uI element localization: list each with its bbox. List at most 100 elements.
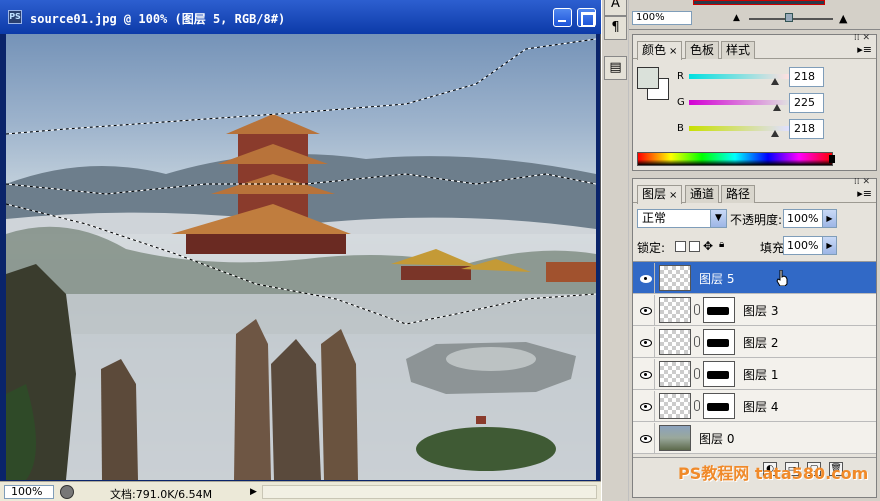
- chain-link-icon[interactable]: [694, 400, 700, 411]
- panel-menu-icon[interactable]: ▸≡: [857, 187, 872, 200]
- document-window: PS source01.jpg @ 100% (图层 5, RGB/8#) 10…: [0, 0, 601, 501]
- layer-name[interactable]: 图层 3: [743, 302, 778, 319]
- opacity-label: 不透明度:: [730, 213, 783, 227]
- channel-g-row: G 225: [673, 93, 873, 115]
- panels-column: 100% ▲ ▲ ⁞⁞ ✕ 颜色 × 色板 样式 ▸≡ R 218 G 225 B: [629, 0, 880, 501]
- document-info: 文档:791.0K/6.54M: [110, 488, 213, 501]
- chain-link-icon[interactable]: [694, 336, 700, 347]
- layer-row[interactable]: 图层 3: [633, 294, 876, 326]
- zoom-in-icon[interactable]: ▲: [839, 12, 847, 25]
- status-bar: 100% 文档:791.0K/6.54M ▶: [0, 481, 601, 501]
- globe-icon[interactable]: [60, 485, 74, 499]
- navigator-zoom-knob[interactable]: [785, 13, 793, 22]
- chevron-right-icon[interactable]: ▶: [822, 237, 836, 254]
- panel-dock-strip: A ¶ ▤: [601, 0, 628, 501]
- channel-r-label: R: [677, 71, 684, 82]
- brush-tool-icon[interactable]: A: [604, 0, 627, 16]
- eye-icon[interactable]: [635, 327, 655, 357]
- lock-transparency-icon[interactable]: [675, 241, 686, 252]
- blend-mode-select[interactable]: 正常 ▼: [637, 209, 727, 228]
- status-zoom-field[interactable]: 100%: [4, 485, 54, 499]
- layer-thumbnail[interactable]: [659, 265, 691, 291]
- layer-thumbnail[interactable]: [659, 329, 691, 355]
- tab-styles[interactable]: 样式: [721, 41, 756, 59]
- channel-g-pointer[interactable]: [773, 104, 782, 111]
- tab-color[interactable]: 颜色 ×: [637, 41, 683, 60]
- eye-icon[interactable]: [635, 391, 655, 421]
- lock-icon[interactable]: 🔒︎: [719, 239, 724, 250]
- layer-thumbnail[interactable]: [659, 425, 691, 451]
- bagua-platform: [406, 342, 576, 394]
- minimize-button[interactable]: [553, 8, 572, 27]
- color-spectrum[interactable]: [637, 152, 833, 166]
- layer-mask-thumbnail[interactable]: [703, 297, 735, 323]
- panel-menu-icon[interactable]: ▸≡: [857, 43, 872, 56]
- horizontal-scrollbar[interactable]: [262, 485, 597, 499]
- layers-panel-tabs: 图层 × 通道 路径: [633, 185, 876, 204]
- move-icon[interactable]: ✥: [703, 239, 713, 253]
- layer-thumbnail[interactable]: [659, 297, 691, 323]
- tab-swatches[interactable]: 色板: [685, 41, 720, 59]
- chevron-right-icon[interactable]: ▶: [822, 210, 836, 227]
- navigator-panel: 100% ▲ ▲: [629, 0, 880, 30]
- navigator-zoom-field[interactable]: 100%: [632, 11, 692, 25]
- channel-b-value[interactable]: 218: [789, 119, 824, 139]
- channel-b-pointer[interactable]: [770, 130, 779, 137]
- lock-row: 锁定: ✥ 🔒︎ 填充:: [637, 239, 877, 257]
- chevron-down-icon[interactable]: ▼: [710, 210, 726, 227]
- color-panel: ⁞⁞ ✕ 颜色 × 色板 样式 ▸≡ R 218 G 225 B 218: [632, 34, 877, 171]
- layer-mask-thumbnail[interactable]: [703, 361, 735, 387]
- tab-channels[interactable]: 通道: [685, 185, 720, 203]
- notes-icon[interactable]: ▤: [604, 56, 627, 80]
- layer-name[interactable]: 图层 4: [743, 398, 778, 415]
- hand-cursor-icon: [776, 270, 788, 286]
- channel-r-pointer[interactable]: [770, 78, 779, 85]
- tab-paths[interactable]: 路径: [721, 185, 756, 203]
- document-title-bar[interactable]: PS source01.jpg @ 100% (图层 5, RGB/8#): [0, 0, 601, 34]
- channel-b-row: B 218: [673, 119, 873, 141]
- channel-r-value[interactable]: 218: [789, 67, 824, 87]
- opacity-field[interactable]: 100% ▶: [783, 209, 837, 228]
- paragraph-icon[interactable]: ¶: [604, 16, 627, 40]
- chain-link-icon[interactable]: [694, 304, 700, 315]
- eye-icon[interactable]: [635, 263, 655, 293]
- layer-name[interactable]: 图层 0: [699, 430, 734, 447]
- layer-name[interactable]: 图层 1: [743, 366, 778, 383]
- lock-label: 锁定:: [637, 241, 666, 255]
- layer-mask-thumbnail[interactable]: [703, 329, 735, 355]
- layer-row[interactable]: 图层 0: [633, 422, 876, 454]
- document-title: source01.jpg @ 100% (图层 5, RGB/8#): [30, 12, 286, 26]
- eye-icon[interactable]: [635, 423, 655, 453]
- foreground-color-swatch[interactable]: [637, 67, 659, 89]
- layer-row[interactable]: 图层 5: [633, 262, 876, 294]
- landscape-image: [6, 38, 596, 480]
- layers-list: 图层 5 图层 3 图层 2 图层 1 图层 4 图层 0: [633, 261, 876, 454]
- layer-thumbnail[interactable]: [659, 361, 691, 387]
- eye-icon[interactable]: [635, 359, 655, 389]
- chain-link-icon[interactable]: [694, 368, 700, 379]
- eye-icon[interactable]: [635, 295, 655, 325]
- layer-mask-thumbnail[interactable]: [703, 393, 735, 419]
- channel-g-value[interactable]: 225: [789, 93, 824, 113]
- layer-name[interactable]: 图层 5: [699, 270, 734, 287]
- channel-g-label: G: [677, 97, 685, 108]
- fill-field[interactable]: 100% ▶: [783, 236, 837, 255]
- navigator-thumbnail[interactable]: [693, 0, 825, 5]
- lock-pixels-icon[interactable]: [689, 241, 700, 252]
- zoom-out-icon[interactable]: ▲: [733, 13, 740, 23]
- layer-thumbnail[interactable]: [659, 393, 691, 419]
- black-white-swatch[interactable]: [829, 155, 835, 163]
- channel-r-row: R 218: [673, 67, 873, 89]
- layer-row[interactable]: 图层 2: [633, 326, 876, 358]
- layer-row[interactable]: 图层 1: [633, 358, 876, 390]
- maximize-button[interactable]: [577, 8, 596, 27]
- color-panel-tabs: 颜色 × 色板 样式: [633, 41, 876, 60]
- layer-row[interactable]: 图层 4: [633, 390, 876, 422]
- layers-panel: ⁞⁞ ✕ 图层 × 通道 路径 ▸≡ 正常 ▼ 不透明度: 100% ▶ 锁定: ✥ …: [632, 178, 877, 498]
- watermark: PS教程网 tata580.com: [678, 464, 869, 483]
- tab-layers[interactable]: 图层 ×: [637, 185, 683, 204]
- ps-icon: PS: [8, 10, 22, 24]
- image-canvas[interactable]: [6, 34, 596, 480]
- status-menu-arrow[interactable]: ▶: [250, 485, 260, 499]
- layer-name[interactable]: 图层 2: [743, 334, 778, 351]
